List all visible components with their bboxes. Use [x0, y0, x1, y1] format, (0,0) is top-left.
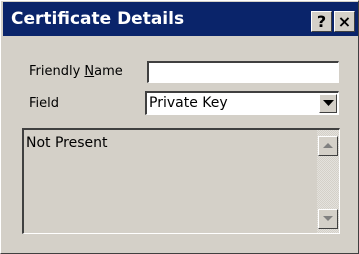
title-bar[interactable]: Certificate Details ? × — [3, 2, 358, 36]
scroll-down-button[interactable] — [318, 209, 338, 229]
scroll-up-arrow-icon — [323, 143, 333, 148]
field-value-textarea[interactable]: Not Present — [22, 128, 340, 234]
field-value-text: Not Present — [26, 135, 108, 151]
field-dropdown[interactable]: Private Key — [145, 91, 339, 115]
friendly-name-label: Friendly Name — [29, 64, 123, 80]
window-title: Certificate Details — [11, 9, 185, 29]
friendly-name-input[interactable] — [147, 61, 339, 83]
field-label: Field — [29, 96, 60, 111]
scroll-down-arrow-icon — [323, 216, 333, 221]
vertical-scrollbar[interactable] — [317, 130, 339, 233]
friendly-name-label-prefix: Friendly — [29, 64, 85, 79]
friendly-name-label-mnemonic: N — [84, 64, 95, 79]
help-button[interactable]: ? — [311, 11, 332, 32]
close-button[interactable]: × — [334, 11, 355, 32]
certificate-details-dialog: Certificate Details ? × Friendly Name Fi… — [0, 0, 359, 254]
chevron-down-icon — [323, 100, 334, 106]
field-dropdown-value: Private Key — [149, 95, 228, 111]
scroll-up-button[interactable] — [318, 136, 338, 156]
friendly-name-label-suffix: ame — [94, 64, 123, 79]
field-dropdown-button[interactable] — [319, 94, 337, 113]
